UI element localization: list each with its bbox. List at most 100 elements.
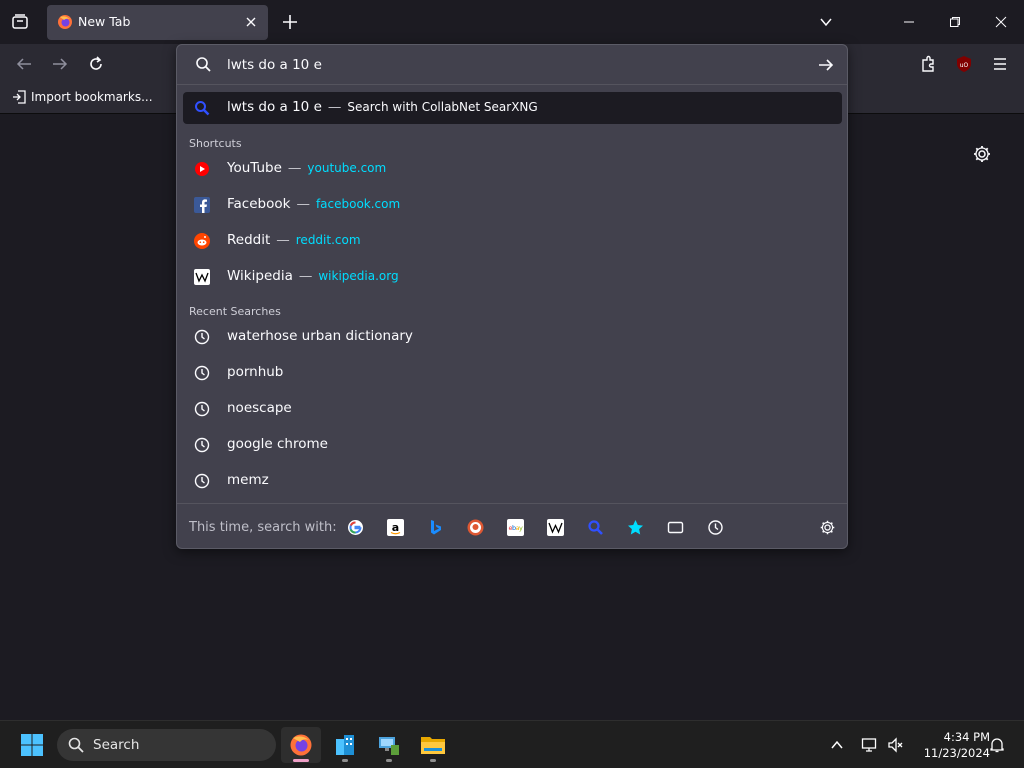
reload-button[interactable]: [85, 53, 107, 75]
bookmarks-search-button[interactable]: [626, 518, 644, 536]
tab-list-button[interactable]: [8, 10, 32, 34]
clock-date: 11/23/2024: [923, 746, 990, 760]
system-clock[interactable]: 4:34 PM 11/23/2024: [912, 729, 990, 761]
separator: —: [276, 232, 290, 248]
close-icon: [995, 16, 1007, 28]
tab-strip: New Tab: [0, 0, 1024, 44]
search-suggestion-row[interactable]: lwts do a 10 e — Search with CollabNet Sea…: [183, 92, 842, 124]
close-window-button[interactable]: [990, 11, 1012, 33]
shortcut-facebook[interactable]: Facebook — facebook.com: [183, 189, 842, 221]
ublock-button[interactable]: uO: [953, 53, 975, 75]
minimize-button[interactable]: [898, 11, 920, 33]
engine-bing-button[interactable]: [426, 518, 444, 536]
recent-search-text: memz: [227, 472, 269, 488]
history-clock-icon: [194, 329, 210, 345]
shortcut-url: reddit.com: [295, 233, 361, 247]
history-search-button[interactable]: [706, 518, 724, 536]
page-settings-gear-icon[interactable]: [972, 144, 992, 164]
shortcut-url: wikipedia.org: [318, 269, 399, 283]
tab-icon: [667, 521, 683, 533]
suggestion-action: Search with CollabNet SearXNG: [347, 100, 538, 114]
separator: —: [298, 268, 313, 284]
taskbar-app-building[interactable]: [325, 727, 365, 763]
shortcut-url: youtube.com: [307, 161, 387, 175]
volume-tray-icon[interactable]: [882, 727, 910, 763]
urlbar-input[interactable]: lwts do a 10 e: [177, 45, 847, 85]
urlbar-query-text: lwts do a 10 e: [227, 57, 322, 73]
shortcut-reddit[interactable]: Reddit — reddit.com: [183, 225, 842, 257]
restore-icon: [950, 17, 960, 27]
recent-search-row[interactable]: noescape: [183, 393, 842, 425]
import-bookmarks-button[interactable]: Import bookmarks...: [12, 90, 153, 104]
shortcut-url: facebook.com: [315, 197, 401, 211]
volume-muted-icon: [888, 737, 903, 753]
taskbar-search-box[interactable]: Search: [57, 729, 276, 761]
puzzle-icon: [922, 55, 934, 72]
import-bookmarks-label: Import bookmarks...: [31, 90, 153, 104]
start-button[interactable]: [12, 727, 52, 763]
reload-icon: [90, 56, 102, 70]
recent-search-row[interactable]: memz: [183, 465, 842, 497]
arrow-right-icon: [53, 58, 68, 70]
ebay-icon: ebay: [506, 518, 524, 536]
recent-search-row[interactable]: waterhose urban dictionary: [183, 321, 842, 353]
duckduckgo-icon: [467, 519, 483, 535]
go-arrow-icon[interactable]: [817, 56, 835, 74]
ublock-origin-icon: uO: [957, 56, 971, 72]
tab-title: New Tab: [78, 14, 131, 29]
app-indicator: [386, 759, 392, 762]
taskbar-file-explorer[interactable]: [413, 727, 453, 763]
notifications-button[interactable]: [985, 727, 1009, 763]
firefox-icon: [290, 734, 312, 756]
new-tab-plus-icon[interactable]: [279, 11, 301, 33]
recent-search-text: waterhose urban dictionary: [227, 328, 413, 344]
taskbar-firefox[interactable]: [281, 727, 321, 763]
clock-time: 4:34 PM: [943, 730, 990, 744]
reddit-icon: [194, 233, 210, 249]
extensions-button[interactable]: [917, 53, 939, 75]
active-app-indicator: [293, 759, 309, 762]
engine-google-button[interactable]: [346, 518, 364, 536]
wikipedia-icon: [546, 518, 564, 536]
recent-search-row[interactable]: google chrome: [183, 429, 842, 461]
taskbar-app-computer[interactable]: [369, 727, 409, 763]
shortcut-wikipedia[interactable]: Wikipedia — wikipedia.org: [183, 261, 842, 293]
computer-app-icon: [379, 737, 399, 755]
engine-wikipedia-button[interactable]: [546, 518, 564, 536]
shortcut-youtube[interactable]: YouTube — youtube.com: [183, 153, 842, 185]
recent-search-text: google chrome: [227, 436, 328, 452]
network-monitor-icon: [861, 738, 877, 752]
shortcut-title: Wikipedia: [227, 268, 293, 284]
searxng-icon: [587, 519, 603, 535]
network-tray-icon[interactable]: [856, 727, 884, 763]
recent-search-row[interactable]: pornhub: [183, 357, 842, 389]
show-hidden-icons-button[interactable]: [823, 727, 851, 763]
app-menu-button[interactable]: [989, 53, 1011, 75]
shortcut-title: YouTube: [227, 160, 282, 176]
engine-duckduckgo-button[interactable]: [466, 518, 484, 536]
firefox-icon: [58, 15, 72, 29]
minimize-icon: [904, 21, 914, 23]
gear-icon: [820, 520, 834, 534]
bing-icon: [430, 519, 441, 534]
separator: —: [296, 196, 310, 212]
restore-button[interactable]: [944, 11, 966, 33]
search-settings-button[interactable]: [818, 518, 836, 536]
close-tab-icon[interactable]: [243, 14, 259, 30]
history-clock-icon: [194, 473, 210, 489]
building-app-icon: [336, 735, 354, 755]
back-button[interactable]: [13, 53, 35, 75]
tab-new-tab[interactable]: New Tab: [47, 5, 268, 40]
youtube-icon: [195, 162, 209, 176]
history-clock-icon: [707, 519, 723, 535]
shortcut-title: Facebook: [227, 196, 291, 212]
recent-search-text: noescape: [227, 400, 292, 416]
urlbar-dropdown: lwts do a 10 e lwts do a 10 e — Search wit…: [176, 44, 848, 549]
list-all-tabs-button[interactable]: [815, 11, 837, 33]
forward-button[interactable]: [49, 53, 71, 75]
engine-amazon-button[interactable]: a: [386, 518, 404, 536]
engine-searxng-button[interactable]: [586, 518, 604, 536]
search-icon: [68, 737, 84, 753]
tabs-search-button[interactable]: [666, 518, 684, 536]
engine-ebay-button[interactable]: ebay: [506, 518, 524, 536]
